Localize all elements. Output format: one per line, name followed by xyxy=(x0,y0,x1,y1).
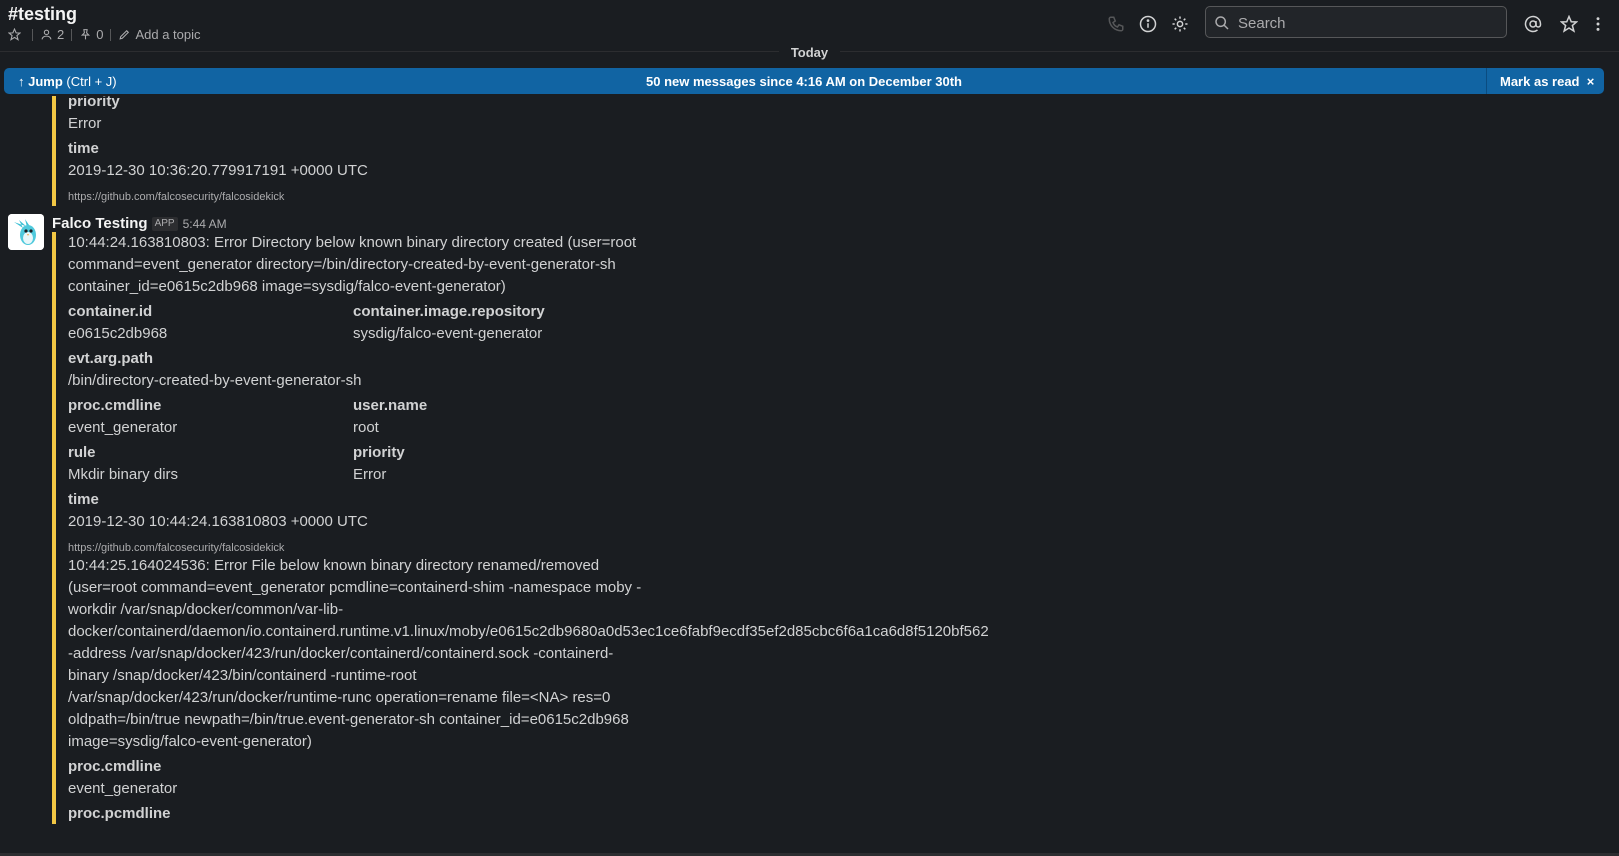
channel-settings-button[interactable] xyxy=(1169,13,1191,35)
avatar[interactable] xyxy=(8,214,44,250)
attachment-field: rule Mkdir binary dirs xyxy=(68,442,353,486)
pins-button[interactable]: 0 xyxy=(79,27,103,42)
jump-button[interactable]: ↑ Jump (Ctrl + J) xyxy=(18,74,117,89)
attachment-field: proc.cmdline event_generator xyxy=(68,395,353,439)
field-value: event_generator xyxy=(68,419,178,436)
field-value: Error xyxy=(353,466,387,483)
more-actions-button[interactable] xyxy=(1590,13,1606,35)
star-channel-button[interactable] xyxy=(8,28,25,41)
attachment-text: 10:44:25.164024536: Error File below kno… xyxy=(68,557,989,750)
message-timestamp[interactable]: 5:44 AM xyxy=(183,217,227,231)
mark-as-read-button[interactable]: Mark as read × xyxy=(1500,74,1594,89)
falco-logo-icon xyxy=(8,214,44,250)
field-title: evt.arg.path xyxy=(68,350,154,367)
attachment-field: proc.pcmdline xyxy=(68,803,648,824)
phone-icon xyxy=(1108,16,1124,32)
field-value: root xyxy=(353,419,379,436)
attachment-field: proc.cmdline event_generator xyxy=(68,756,648,800)
info-icon xyxy=(1139,15,1157,33)
field-title: time xyxy=(68,491,99,508)
search-box[interactable] xyxy=(1205,6,1507,39)
call-button[interactable] xyxy=(1105,13,1127,35)
jump-label: Jump xyxy=(28,74,63,89)
field-title: priority xyxy=(68,96,120,110)
field-title: container.image.repository xyxy=(353,303,545,320)
attachment-text: 10:44:24.163810803: Error Directory belo… xyxy=(68,234,637,295)
message-feed[interactable]: priority Error time 2019-12-30 10:36:20.… xyxy=(0,96,1619,854)
mentions-button[interactable] xyxy=(1522,13,1544,35)
new-messages-banner: ↑ Jump (Ctrl + J) 50 new messages since … xyxy=(4,68,1604,94)
attachment-footer-link[interactable]: https://github.com/falcosecurity/falcosi… xyxy=(68,188,648,206)
gear-icon xyxy=(1172,16,1188,32)
add-topic-button[interactable]: Add a topic xyxy=(118,27,201,42)
add-topic-label: Add a topic xyxy=(135,27,201,42)
field-title: proc.pcmdline xyxy=(68,805,171,822)
field-value: e0615c2db968 xyxy=(68,325,168,342)
star-icon xyxy=(1560,15,1578,33)
field-value: /bin/directory-created-by-event-generato… xyxy=(68,372,362,389)
mark-as-read-label: Mark as read xyxy=(1500,74,1580,89)
more-vertical-icon xyxy=(1596,17,1600,31)
attachment-field: evt.arg.path /bin/directory-created-by-e… xyxy=(68,348,648,392)
attachment: 10:44:24.163810803: Error Directory belo… xyxy=(52,232,648,557)
pencil-icon xyxy=(119,29,130,40)
attachment-field: priority Error xyxy=(353,442,638,486)
new-messages-text: 50 new messages since 4:16 AM on Decembe… xyxy=(646,74,962,89)
members-button[interactable]: 2 xyxy=(40,27,64,42)
field-value: 2019-12-30 10:44:24.163810803 +0000 UTC xyxy=(68,513,368,530)
attachment-field: time 2019-12-30 10:36:20.779917191 +0000… xyxy=(68,138,648,182)
field-title: container.id xyxy=(68,303,153,320)
members-count: 2 xyxy=(57,27,65,42)
search-input[interactable] xyxy=(1236,7,1500,39)
user-icon xyxy=(41,29,52,40)
attachment-field: time 2019-12-30 10:44:24.163810803 +0000… xyxy=(68,489,648,533)
app-badge: APP xyxy=(151,216,178,231)
day-divider: Today xyxy=(0,44,1619,62)
attachment-field: user.name root xyxy=(353,395,638,439)
attachment-field: priority Error xyxy=(68,96,648,135)
field-value: 2019-12-30 10:36:20.779917191 +0000 UTC xyxy=(68,162,368,179)
channel-name[interactable]: #testing xyxy=(8,4,77,25)
field-title: rule xyxy=(68,444,96,461)
field-title: proc.cmdline xyxy=(68,397,162,414)
attachment-field: container.id e0615c2db968 xyxy=(68,301,353,345)
pin-icon xyxy=(81,29,91,40)
field-value: Error xyxy=(68,115,102,132)
sender-name[interactable]: Falco Testing xyxy=(52,215,148,232)
field-title: time xyxy=(68,140,99,157)
field-title: user.name xyxy=(353,397,428,414)
jump-shortcut: (Ctrl + J) xyxy=(66,74,117,89)
star-icon xyxy=(8,28,21,41)
close-icon: × xyxy=(1583,74,1595,89)
message-header: Falco Testing APP 5:44 AM xyxy=(52,215,227,232)
attachment: priority Error time 2019-12-30 10:36:20.… xyxy=(52,96,648,206)
field-value: sysdig/falco-event-generator xyxy=(353,325,543,342)
field-value: event_generator xyxy=(68,780,178,797)
field-title: proc.cmdline xyxy=(68,758,162,775)
field-title: priority xyxy=(353,444,405,461)
starred-items-button[interactable] xyxy=(1558,13,1580,35)
at-sign-icon xyxy=(1524,15,1542,33)
pins-count: 0 xyxy=(96,27,104,42)
attachment-field: container.image.repository sysdig/falco-… xyxy=(353,301,638,345)
channel-meta: 2 0 Add a topic xyxy=(8,27,201,42)
arrow-up-icon: ↑ xyxy=(18,74,25,89)
attachment: 10:44:25.164024536: Error File below kno… xyxy=(52,555,989,824)
channel-details-button[interactable] xyxy=(1137,13,1159,35)
field-value: Mkdir binary dirs xyxy=(68,466,179,483)
day-divider-label[interactable]: Today xyxy=(778,45,841,60)
search-icon xyxy=(1215,16,1229,30)
